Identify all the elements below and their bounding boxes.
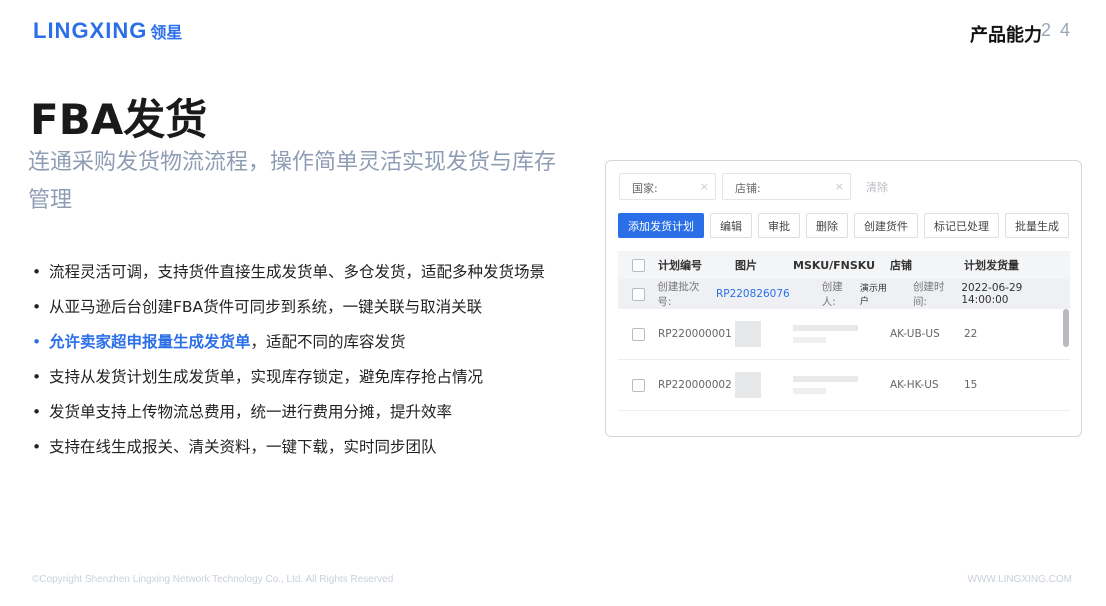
plan-table: 计划编号 图片 MSKU/FNSKU 店铺 计划发货量 创建批次号: RP220…: [618, 251, 1070, 411]
msku-placeholder: [793, 376, 890, 394]
brand-logo: LINGXING 领星: [33, 18, 182, 44]
page-number: 2 4: [1041, 20, 1073, 40]
plan-number: RP220000002: [658, 379, 732, 391]
feature-list: • 流程灵活可调，支持货件直接生成发货单、多仓发货，适配多种发货场景 • 从亚马逊后…: [30, 258, 570, 468]
product-image-placeholder: [735, 372, 761, 398]
close-icon[interactable]: ×: [700, 180, 709, 193]
header-msku: MSKU/FNSKU: [793, 258, 876, 272]
feature-item: • 从亚马逊后台创建FBA货件可同步到系统，一键关联与取消关联: [30, 293, 570, 321]
bullet-dot-icon: •: [32, 333, 42, 351]
brand-name-en: LINGXING: [33, 18, 148, 43]
row-checkbox[interactable]: [632, 378, 645, 392]
clear-filters-link[interactable]: 清除: [866, 179, 888, 195]
feature-text: 从亚马逊后台创建FBA货件可同步到系统，一键关联与取消关联: [49, 298, 483, 316]
creator-label: 创建人:: [821, 281, 843, 308]
bullet-dot-icon: •: [32, 263, 42, 281]
msku-placeholder: [793, 325, 890, 343]
feature-highlight-text: 允许卖家超申报量生成发货单: [49, 333, 251, 351]
feature-item: • 流程灵活可调，支持货件直接生成发货单、多仓发货，适配多种发货场景: [30, 258, 570, 286]
batch-group-row: 创建批次号: RP220826076 创建人: 演示用户 创建时间: 2022-…: [618, 279, 1070, 309]
mark-processed-button[interactable]: 标记已处理: [924, 213, 999, 238]
feature-text: 支持从发货计划生成发货单，实现库存锁定，避免库存抢占情况: [49, 368, 484, 386]
edit-button[interactable]: 编辑: [710, 213, 752, 238]
creator-name: 演示用户: [859, 284, 887, 307]
create-shipment-button[interactable]: 创建货件: [854, 213, 918, 238]
plan-number: RP220000001: [658, 328, 732, 340]
feature-text: 流程灵活可调，支持货件直接生成发货单、多仓发货，适配多种发货场景: [49, 263, 546, 281]
select-all-checkbox[interactable]: [632, 258, 645, 272]
header-shop: 店铺: [890, 259, 912, 272]
shop-name: AK-UB-US: [890, 328, 940, 340]
feature-text: 支持在线生成报关、清关资料，一键下载，实时同步团队: [49, 438, 437, 456]
plan-quantity: 22: [964, 328, 978, 340]
header-qty: 计划发货量: [964, 259, 1019, 272]
table-row[interactable]: RP220000002 AK-HK-US 15: [618, 360, 1070, 411]
batch-number-link[interactable]: RP220826076: [716, 288, 790, 300]
shop-name: AK-HK-US: [890, 379, 939, 391]
filter-bar: 国家: × 店铺: × 清除: [619, 173, 888, 200]
row-checkbox[interactable]: [632, 327, 645, 341]
approve-button[interactable]: 审批: [758, 213, 800, 238]
country-filter[interactable]: 国家: ×: [619, 173, 716, 200]
table-scrollbar[interactable]: [1063, 309, 1069, 347]
page-subtitle: 连通采购发货物流流程，操作简单灵活实现发货与库存管理: [28, 150, 557, 213]
table-header: 计划编号 图片 MSKU/FNSKU 店铺 计划发货量: [618, 251, 1070, 279]
add-shipment-plan-button[interactable]: 添加发货计划: [618, 213, 704, 238]
shop-filter-label: 店铺:: [735, 182, 761, 195]
batch-checkbox[interactable]: [632, 287, 645, 301]
feature-item: • 发货单支持上传物流总费用，统一进行费用分摊，提升效率: [30, 398, 570, 426]
bullet-dot-icon: •: [32, 438, 42, 456]
created-time: 2022-06-29 14:00:00: [961, 282, 1023, 306]
batch-generate-button[interactable]: 批量生成: [1005, 213, 1069, 238]
website-url: WWW.LINGXING.COM: [967, 574, 1072, 585]
feature-item-highlighted: • 允许卖家超申报量生成发货单，适配不同的库容发货: [30, 328, 570, 356]
feature-item: • 支持从发货计划生成发货单，实现库存锁定，避免库存抢占情况: [30, 363, 570, 391]
page-title: FBA发货: [30, 95, 208, 144]
created-time-label: 创建时间:: [912, 281, 945, 308]
bullet-dot-icon: •: [32, 368, 42, 386]
feature-text: 发货单支持上传物流总费用，统一进行费用分摊，提升效率: [49, 403, 453, 421]
section-label: 产品能力: [970, 25, 1042, 46]
shop-filter[interactable]: 店铺: ×: [722, 173, 851, 200]
country-filter-label: 国家:: [632, 182, 658, 195]
delete-button[interactable]: 删除: [806, 213, 848, 238]
feature-text: ，适配不同的库容发货: [250, 333, 406, 351]
header-plan-no: 计划编号: [658, 259, 702, 272]
toolbar: 添加发货计划 编辑 审批 删除 创建货件 标记已处理 批量生成: [618, 213, 1069, 238]
product-image-placeholder: [735, 321, 761, 347]
bullet-dot-icon: •: [32, 403, 42, 421]
plan-quantity: 15: [964, 379, 978, 391]
copyright-text: ©Copyright Shenzhen Lingxing Network Tec…: [32, 574, 394, 585]
feature-item: • 支持在线生成报关、清关资料，一键下载，实时同步团队: [30, 433, 570, 461]
bullet-dot-icon: •: [32, 298, 42, 316]
header-image: 图片: [735, 259, 757, 272]
batch-label: 创建批次号:: [657, 281, 700, 308]
ui-screenshot-card: 国家: × 店铺: × 清除 添加发货计划 编辑 审批 删除 创建货件 标记已处…: [605, 160, 1082, 437]
close-icon[interactable]: ×: [835, 180, 844, 193]
table-row[interactable]: RP220000001 AK-UB-US 22: [618, 309, 1070, 360]
brand-name-cn: 领星: [150, 23, 183, 42]
